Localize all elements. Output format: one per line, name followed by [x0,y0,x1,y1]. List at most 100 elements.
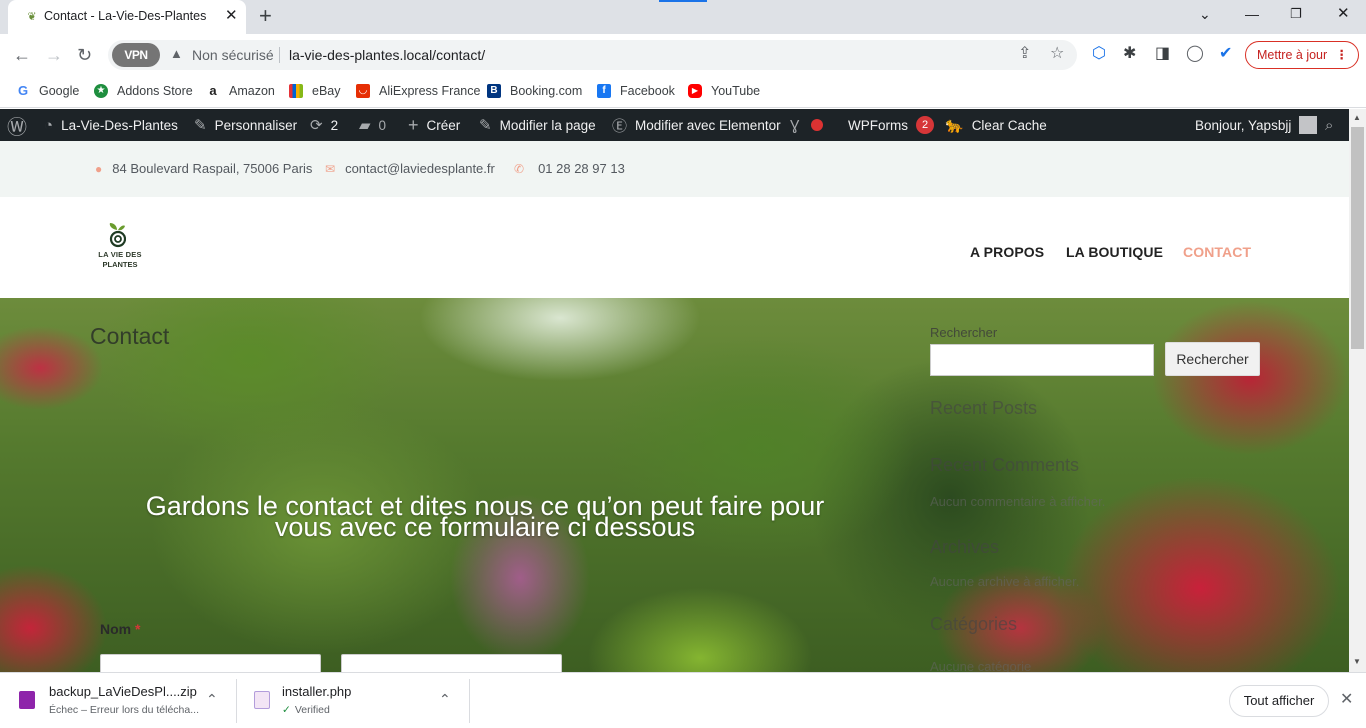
new-label: Créer [426,117,461,133]
first-name-input[interactable] [100,654,321,672]
wpforms-badge: 2 [916,116,934,134]
bookmarks-bar: G Google ★ Addons Store a Amazon eBay ◡ AliE… [0,76,1366,108]
new-content-link[interactable]: + Créer [408,109,460,141]
bookmark-google[interactable]: G Google [16,81,79,101]
ebay-icon [289,84,303,98]
extensions-puzzle-icon[interactable]: ✱ [1123,44,1136,64]
page-title: Contact [90,323,170,349]
shield-extension-icon[interactable]: ⬡ [1092,44,1106,64]
download-separator [469,679,470,723]
nav-item-contact[interactable]: CONTACT [1183,244,1251,260]
bookmark-label: eBay [312,84,341,98]
nav-item-la-boutique[interactable]: LA BOUTIQUE [1066,244,1163,260]
account-menu[interactable]: Bonjour, Yapsbjj [1195,109,1318,141]
check-icon: ✓ [282,704,291,716]
close-tab-icon[interactable]: ✕ [225,8,238,24]
comments-link[interactable]: ▰ 0 [359,109,386,141]
address-separator [279,47,280,63]
vpn-badge[interactable]: VPN [112,43,160,67]
edit-page-label: Modifier la page [499,117,596,133]
clear-cache-link[interactable]: 🐆 Clear Cache [945,109,1047,141]
nav-item-a-propos[interactable]: A PROPOS [970,244,1044,260]
search-icon: ⌕ [1325,116,1334,134]
admin-search-button[interactable]: ⌕ [1325,109,1333,141]
chevron-up-icon[interactable]: ⌃ [439,691,451,708]
phone-info[interactable]: ✆ 01 28 28 97 13 [514,161,625,176]
seo-status-dot-icon [811,119,824,131]
sidebar: Rechercher Rechercher Recent Posts Recen… [930,298,1260,672]
edit-page-link[interactable]: ✎ Modifier la page [479,109,596,141]
security-status[interactable]: Non sécurisé [192,47,274,63]
new-tab-button[interactable]: + [259,4,272,28]
update-button[interactable]: Mettre à jour ⋮ [1245,41,1359,69]
site-logo[interactable]: LA VIE DES PLANTES [96,222,144,272]
bookmark-label: Booking.com [510,84,583,98]
bookmark-amazon[interactable]: a Amazon [206,81,275,101]
close-download-bar-icon[interactable]: ✕ [1340,689,1353,709]
download-item-installer[interactable]: installer.php ✓ Verified ⌃ [236,673,470,728]
customize-link[interactable]: ✎ Personnaliser [194,109,297,141]
envelope-icon: ✉ [325,162,336,176]
side-panel-icon[interactable]: ◨ [1155,44,1170,64]
scroll-up-icon[interactable]: ▲ [1353,113,1361,122]
clear-cache-label: Clear Cache [971,117,1047,133]
restore-icon[interactable]: ❐ [1290,6,1302,22]
email-info[interactable]: ✉ contact@laviedesplante.fr [325,161,495,176]
download-item-backup[interactable]: backup_LaVieDesPl....zip Échec – Erreur … [0,673,236,728]
edit-elementor-link[interactable]: Ⓔ Modifier avec Elementor [612,109,781,141]
scrollbar-thumb[interactable] [1351,127,1364,349]
zip-file-icon [19,691,35,709]
bookmark-facebook[interactable]: f Facebook [597,81,675,101]
bookmark-booking[interactable]: B Booking.com [487,81,582,101]
warning-triangle-icon[interactable]: ▲ [170,46,183,62]
bookmark-label: Facebook [620,84,675,98]
name-label-text: Nom [100,621,132,637]
menu-dots-icon[interactable]: ⋮ [1336,42,1349,68]
bookmark-star-icon[interactable]: ☆ [1050,45,1064,63]
yoast-icon: Ɣ [790,116,800,134]
tab-search-chevron-icon[interactable]: ⌄ [1199,6,1211,22]
pencil-icon: ✎ [479,117,492,134]
plus-icon: + [408,114,419,135]
no-categories-text: Aucune catégorie [930,659,1032,672]
email-text: contact@laviedesplante.fr [345,161,495,176]
profile-icon[interactable]: ◯ [1186,44,1204,64]
updates-link[interactable]: ⟳ 2 [310,109,338,141]
yoast-link[interactable]: Ɣ [790,109,824,141]
phone-icon: ✆ [514,162,525,176]
browser-tab[interactable]: ❦ Contact - La-Vie-Des-Plantes ✕ [8,0,246,34]
address-bar[interactable]: VPN ▲ Non sécurisé la-vie-des-plantes.lo… [108,40,1077,70]
reload-icon[interactable]: ↻ [77,45,92,65]
archives-heading: Archives [930,537,1000,557]
chevron-up-icon[interactable]: ⌃ [206,691,218,708]
elementor-icon: Ⓔ [612,117,628,135]
greeting-label: Bonjour, Yapsbjj [1195,117,1292,133]
bookmark-addons-store[interactable]: ★ Addons Store [94,81,193,101]
url-text[interactable]: la-vie-des-plantes.local/contact/ [289,47,485,63]
forward-arrow-icon[interactable]: → [45,45,63,65]
page-scrollbar[interactable]: ▲ ▼ [1349,109,1366,672]
phone-text: 01 28 28 97 13 [538,161,625,176]
window-close-icon[interactable]: ✕ [1337,6,1350,22]
last-name-input[interactable] [341,654,562,672]
site-name-link[interactable]: ◔ La-Vie-Des-Plantes [44,109,178,141]
show-all-downloads-button[interactable]: Tout afficher [1229,685,1329,717]
logo-text-line1: LA VIE DES [98,250,142,259]
bookmark-ebay[interactable]: eBay [289,81,341,101]
browser-toolbar: ← → ↻ VPN ▲ Non sécurisé la-vie-des-plan… [0,34,1366,76]
back-arrow-icon[interactable]: ← [13,45,31,65]
security-check-icon[interactable]: ✔ [1219,44,1232,64]
sidebar-search-button[interactable]: Rechercher [1165,342,1260,376]
wpforms-link[interactable]: WPForms 2 [848,109,934,141]
bookmark-youtube[interactable]: ▶ YouTube [688,81,760,101]
edit-elementor-label: Modifier avec Elementor [635,117,781,133]
location-pin-icon: ● [95,162,103,176]
wordpress-logo-button[interactable]: Ⓦ [7,109,27,141]
scroll-down-icon[interactable]: ▼ [1353,657,1361,666]
no-archives-text: Aucune archive à afficher. [930,574,1080,589]
download-status: Échec – Erreur lors du téléchа... [49,704,199,716]
sidebar-search-input[interactable] [930,344,1154,376]
share-icon[interactable]: ⇪ [1018,45,1031,63]
minimize-icon[interactable]: — [1245,6,1259,22]
bookmark-aliexpress[interactable]: ◡ AliExpress France [356,81,480,101]
